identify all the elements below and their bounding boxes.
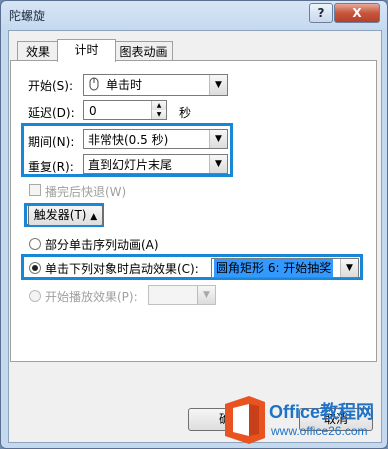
period-label: 期间(N): <box>28 135 75 149</box>
start-value: 单击时 <box>106 78 143 92</box>
delay-value: 0 <box>89 104 97 118</box>
repeat-label: 重复(R): <box>28 160 74 174</box>
window-title: 陀螺旋 <box>9 9 46 23</box>
play-effect-radio[interactable] <box>29 290 41 302</box>
sequence-radio[interactable] <box>29 238 41 250</box>
trigger-button[interactable]: 触发器(T) ▲ <box>28 205 103 226</box>
start-label: 开始(S): <box>28 79 74 93</box>
click-object-label: 单击下列对象时启动效果(C): <box>45 262 199 276</box>
start-select[interactable]: 单击时 ▼ <box>83 74 228 96</box>
tab-chart-animation[interactable]: 图表动画 <box>114 41 173 62</box>
chevron-up-icon: ▲ <box>90 212 98 222</box>
chevron-down-icon[interactable]: ▼ <box>340 259 358 277</box>
title-bar: 陀螺旋 ? X <box>1 1 387 29</box>
rewind-checkbox[interactable] <box>29 184 41 196</box>
chevron-down-icon[interactable]: ▼ <box>209 75 227 95</box>
watermark-url: www.office26.com <box>271 424 368 438</box>
chevron-down-icon[interactable]: ▼ <box>197 286 215 304</box>
tab-effect[interactable]: 效果 <box>17 41 59 62</box>
spin-down-icon[interactable]: ▼ <box>151 110 166 119</box>
watermark-brand: Office教程网 <box>269 402 375 422</box>
chevron-down-icon[interactable]: ▼ <box>209 130 227 148</box>
tab-timing[interactable]: 计时 <box>57 39 116 62</box>
repeat-value: 直到幻灯片末尾 <box>88 158 173 172</box>
delay-spinner[interactable]: 0 ▲ ▼ <box>83 100 167 120</box>
office-watermark-logo: Office教程网 www.office26.com <box>219 394 387 448</box>
help-button[interactable]: ? <box>309 3 333 23</box>
delay-unit: 秒 <box>179 106 192 120</box>
click-object-radio[interactable] <box>29 262 41 274</box>
play-effect-label: 开始播放效果(P): <box>45 290 138 304</box>
dialog-window: 陀螺旋 ? X 效果 计时 图表动画 开始(S): 单击时 ▼ 延迟(D): 0… <box>0 0 388 449</box>
trigger-object-select[interactable]: 圆角矩形 6: 开始抽奖 ▼ <box>211 258 359 278</box>
trigger-object-value: 圆角矩形 6: 开始抽奖 <box>214 259 334 277</box>
mouse-click-icon <box>89 77 99 91</box>
play-effect-select[interactable]: ▼ <box>148 285 216 305</box>
rewind-label: 播完后快退(W) <box>45 185 127 199</box>
sequence-label: 部分单击序列动画(A) <box>45 238 159 252</box>
close-button[interactable]: X <box>334 3 380 23</box>
spin-up-icon[interactable]: ▲ <box>151 101 166 110</box>
delay-label: 延迟(D): <box>28 106 75 120</box>
trigger-button-label: 触发器(T) <box>33 208 87 222</box>
period-select[interactable]: 非常快(0.5 秒) ▼ <box>83 129 228 149</box>
repeat-select[interactable]: 直到幻灯片末尾 ▼ <box>83 154 228 174</box>
office-logo-icon <box>225 396 265 444</box>
period-value: 非常快(0.5 秒) <box>88 133 169 147</box>
chevron-down-icon[interactable]: ▼ <box>209 155 227 173</box>
